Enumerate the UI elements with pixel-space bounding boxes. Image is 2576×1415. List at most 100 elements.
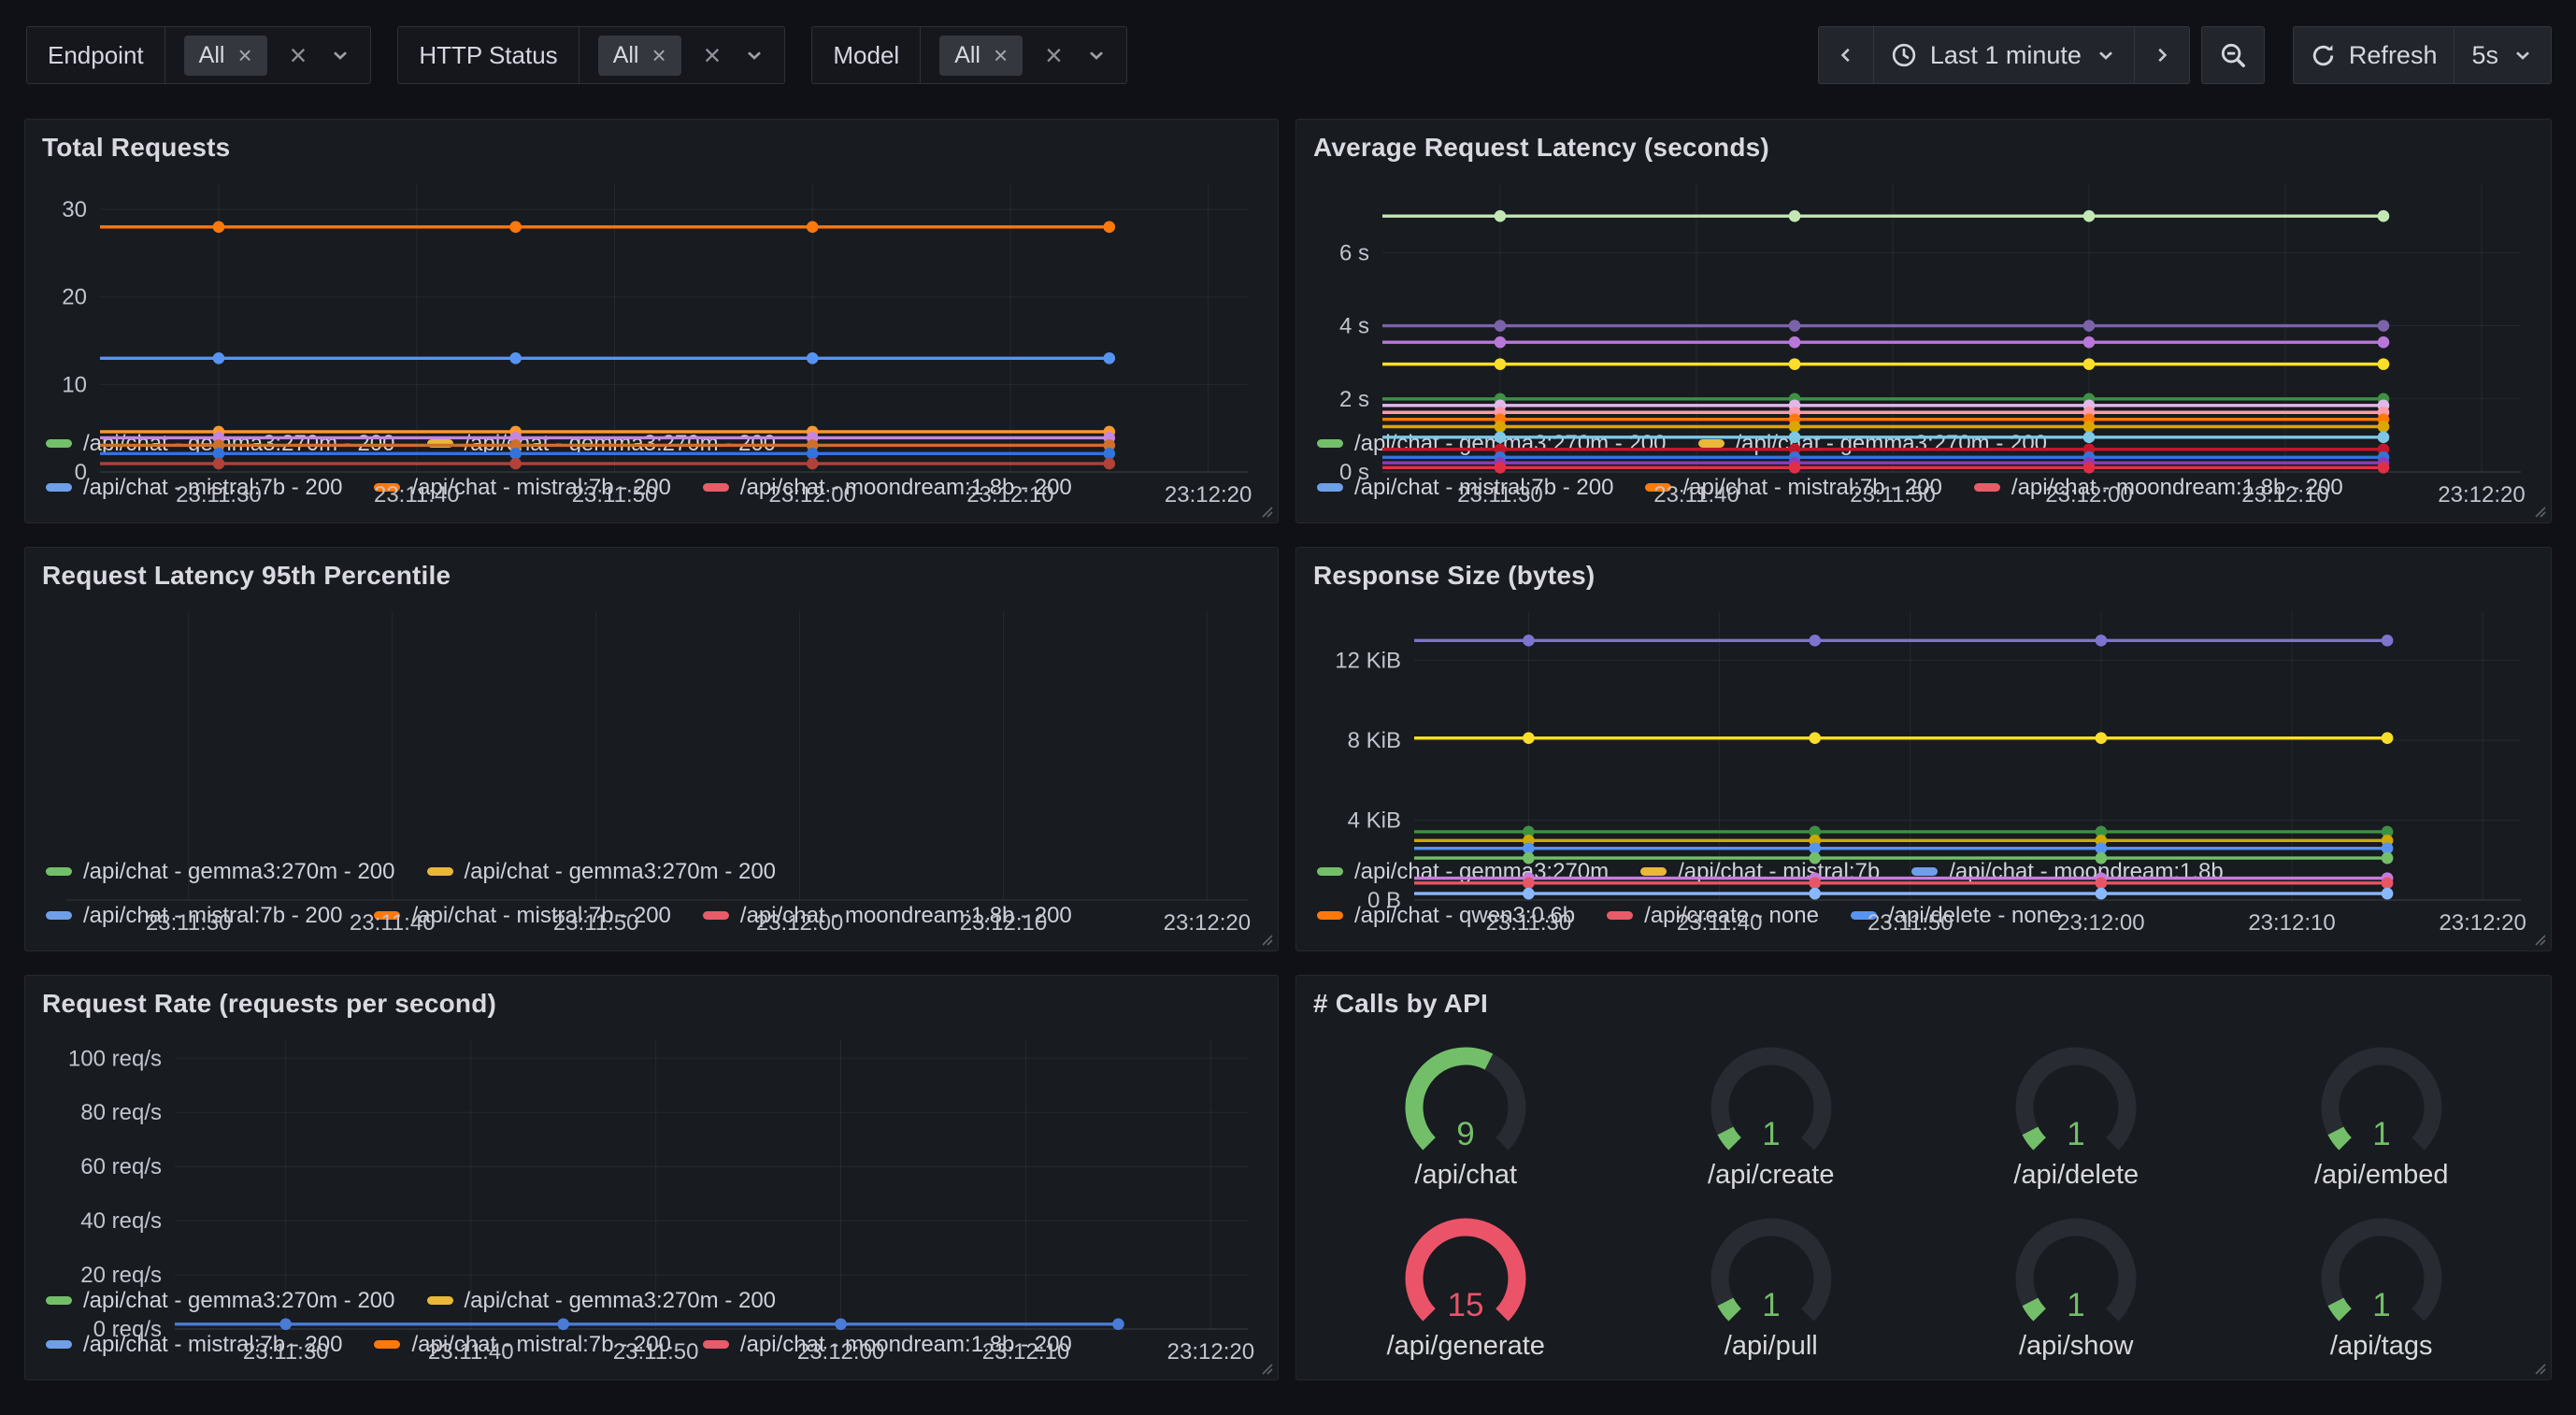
series-point bbox=[2096, 888, 2108, 900]
panel-resize-handle[interactable] bbox=[1256, 501, 1273, 518]
chart-canvas: 23:11:3023:11:4023:11:5023:12:0023:12:10… bbox=[1313, 600, 2534, 937]
series-point bbox=[1523, 878, 1535, 890]
clear-filter-icon[interactable]: × bbox=[290, 40, 308, 70]
timeseries-chart[interactable]: 23:11:3023:11:4023:11:5023:12:0023:12:10… bbox=[42, 172, 1261, 422]
y-tick-label: 20 req/s bbox=[80, 1263, 162, 1288]
series-point bbox=[557, 1318, 569, 1330]
gauge-label: /api/embed bbox=[2314, 1160, 2449, 1191]
series-point bbox=[1789, 432, 1801, 444]
x-tick-label: 23:12:20 bbox=[2438, 482, 2525, 507]
panel-resize-handle[interactable] bbox=[2529, 501, 2546, 518]
panel-resize-handle[interactable] bbox=[1256, 929, 1273, 946]
panel-title: Total Requests bbox=[42, 133, 1261, 172]
panel-request-rate: Request Rate (requests per second) 23:11… bbox=[24, 975, 1279, 1380]
filter-endpoint-label: Endpoint bbox=[27, 27, 165, 83]
series-point bbox=[279, 1318, 292, 1330]
timeseries-chart[interactable]: 23:11:3023:11:4023:11:5023:12:0023:12:10… bbox=[1313, 172, 2534, 422]
gauge-label: /api/delete bbox=[2013, 1160, 2139, 1191]
gauge-arc: 1 bbox=[1687, 1036, 1855, 1158]
series-point bbox=[1495, 320, 1507, 332]
series-point bbox=[1495, 336, 1507, 349]
gauge-arc: 15 bbox=[1381, 1208, 1550, 1329]
x-tick-label: 23:11:30 bbox=[146, 910, 232, 936]
series-point bbox=[1809, 635, 1821, 647]
series-point bbox=[2378, 336, 2390, 349]
panel-resize-handle[interactable] bbox=[2529, 929, 2546, 946]
filter-endpoint-chip[interactable]: All × bbox=[184, 36, 267, 76]
series-point bbox=[1523, 888, 1535, 900]
x-tick-label: 23:12:00 bbox=[2057, 910, 2144, 936]
series-point bbox=[1103, 352, 1115, 364]
filter-http-status-chip[interactable]: All × bbox=[598, 36, 681, 76]
chip-label: All bbox=[613, 42, 639, 69]
x-tick-label: 23:12:10 bbox=[2248, 910, 2335, 936]
y-tick-label: 20 bbox=[62, 285, 87, 310]
chart-canvas: 23:11:3023:11:4023:11:5023:12:0023:12:10… bbox=[1313, 172, 2534, 509]
series-point bbox=[213, 458, 225, 470]
gauge-value-arc bbox=[1725, 1131, 1735, 1144]
gauge-label: /api/pull bbox=[1724, 1331, 1818, 1362]
panel-resize-handle[interactable] bbox=[1256, 1358, 1273, 1375]
chip-remove-icon[interactable]: × bbox=[994, 43, 1008, 67]
x-tick-label: 23:12:20 bbox=[1164, 910, 1251, 936]
timeseries-chart[interactable]: 23:11:3023:11:4023:11:5023:12:0023:12:10… bbox=[1313, 600, 2534, 850]
timeseries-chart[interactable]: 23:11:3023:11:4023:11:5023:12:0023:12:10… bbox=[42, 1028, 1261, 1279]
x-tick-label: 23:12:00 bbox=[2045, 482, 2132, 507]
time-forward-button[interactable] bbox=[2135, 26, 2190, 84]
y-tick-label: 30 bbox=[62, 197, 87, 222]
refresh-button[interactable]: Refresh bbox=[2293, 26, 2455, 84]
series-point bbox=[1495, 358, 1507, 370]
series-point bbox=[1809, 888, 1821, 900]
time-range-button[interactable]: Last 1 minute bbox=[1874, 26, 2135, 84]
chevron-down-icon[interactable] bbox=[329, 44, 351, 66]
y-tick-label: 6 s bbox=[1339, 240, 1369, 265]
timeseries-chart[interactable]: 23:11:3023:11:4023:11:5023:12:0023:12:10… bbox=[42, 600, 1261, 850]
gauge-value: 1 bbox=[1762, 1287, 1780, 1323]
series-point bbox=[1789, 462, 1801, 474]
series-point bbox=[1523, 852, 1535, 865]
chip-remove-icon[interactable]: × bbox=[237, 43, 251, 67]
chevron-down-icon[interactable] bbox=[743, 44, 766, 66]
series-point bbox=[2096, 852, 2108, 865]
clear-filter-icon[interactable]: × bbox=[1045, 40, 1063, 70]
series-point bbox=[1789, 421, 1801, 433]
gauge-api-generate: 15/api/generate bbox=[1381, 1208, 1550, 1362]
gauge-api-tags: 1/api/tags bbox=[2297, 1208, 2466, 1362]
series-point bbox=[2083, 336, 2096, 349]
panel-response-size: Response Size (bytes) 23:11:3023:11:4023… bbox=[1295, 547, 2552, 951]
gauge-arc: 9 bbox=[1381, 1036, 1550, 1158]
filter-http-status-value[interactable]: All × × bbox=[580, 27, 785, 83]
gauge-value-arc bbox=[2336, 1131, 2345, 1144]
x-tick-label: 23:11:40 bbox=[374, 482, 460, 507]
clear-filter-icon[interactable]: × bbox=[704, 40, 722, 70]
chip-remove-icon[interactable]: × bbox=[651, 43, 665, 67]
filter-model-chip[interactable]: All × bbox=[939, 36, 1023, 76]
gauge-label: /api/generate bbox=[1387, 1331, 1545, 1362]
gauge-value: 1 bbox=[1762, 1116, 1780, 1152]
time-controls: Last 1 minute Refresh 5s bbox=[1818, 26, 2552, 84]
y-tick-label: 80 req/s bbox=[80, 1100, 162, 1125]
chevron-right-icon bbox=[2152, 45, 2172, 65]
refresh-interval-button[interactable]: 5s bbox=[2454, 26, 2552, 84]
series-point bbox=[1495, 432, 1507, 444]
filter-http-status: HTTP Status All × × bbox=[397, 26, 785, 84]
filter-endpoint-value[interactable]: All × × bbox=[165, 27, 371, 83]
series-point bbox=[807, 352, 819, 364]
gauge-api-create: 1/api/create bbox=[1687, 1036, 1855, 1191]
series-point bbox=[807, 222, 819, 234]
refresh-label: Refresh bbox=[2349, 41, 2438, 70]
time-back-button[interactable] bbox=[1818, 26, 1874, 84]
panel-resize-handle[interactable] bbox=[2529, 1358, 2546, 1375]
series-point bbox=[1103, 448, 1115, 460]
y-tick-label: 2 s bbox=[1339, 387, 1369, 412]
zoom-out-button[interactable] bbox=[2201, 26, 2265, 84]
panel-title: Response Size (bytes) bbox=[1313, 561, 2534, 600]
series-point bbox=[2382, 852, 2394, 865]
chevron-left-icon bbox=[1836, 45, 1856, 65]
x-tick-label: 23:11:40 bbox=[1653, 482, 1739, 507]
gauge-arc: 1 bbox=[1992, 1036, 2160, 1158]
time-range-label: Last 1 minute bbox=[1930, 41, 2082, 70]
filter-model-value[interactable]: All × × bbox=[921, 27, 1126, 83]
y-tick-label: 0 s bbox=[1339, 460, 1369, 485]
chevron-down-icon[interactable] bbox=[1085, 44, 1108, 66]
